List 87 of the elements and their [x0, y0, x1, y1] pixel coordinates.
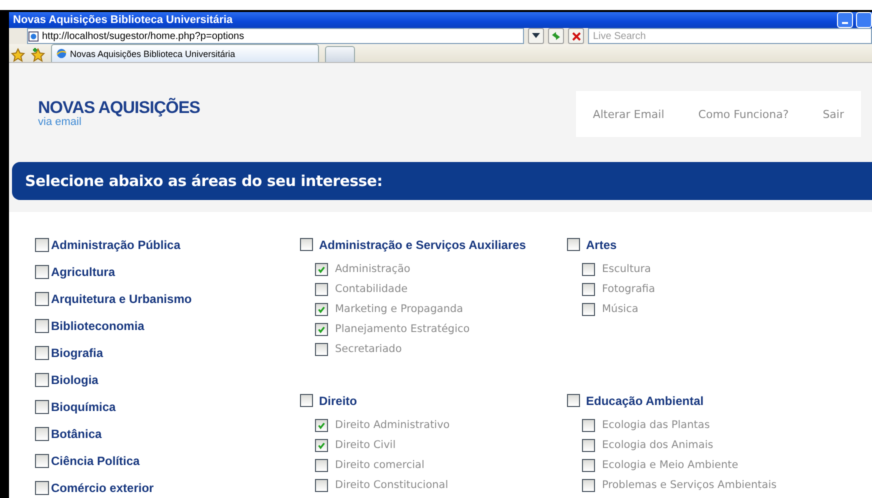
sub-option[interactable]: Planejamento Estratégico	[300, 319, 567, 339]
checkbox[interactable]	[315, 262, 328, 276]
area-option[interactable]: Biografia	[35, 344, 300, 361]
checkbox[interactable]	[582, 438, 595, 452]
group-option[interactable]: Educação Ambiental	[567, 392, 834, 409]
close-icon	[572, 32, 580, 40]
checkmark-icon	[317, 440, 326, 450]
checkbox[interactable]	[35, 372, 49, 386]
checkbox[interactable]	[35, 264, 49, 278]
checkbox[interactable]	[35, 292, 49, 306]
checkbox[interactable]	[582, 458, 595, 472]
checkbox[interactable]	[315, 478, 328, 492]
nav-link[interactable]: Como Funciona?	[681, 108, 806, 120]
sub-option[interactable]: Direito Civil	[300, 435, 567, 455]
sub-option[interactable]: Administração	[300, 259, 567, 279]
brand-title: NOVAS AQUISIÇÕES	[38, 99, 200, 117]
sub-option[interactable]: Direito Constitucional	[300, 475, 567, 495]
checkmark-icon	[317, 304, 326, 314]
checkbox[interactable]	[582, 262, 595, 276]
checkbox[interactable]	[315, 302, 328, 316]
sub-option[interactable]: Direito comercial	[300, 455, 567, 475]
minimize-icon	[842, 22, 848, 25]
checkmark-icon	[317, 324, 326, 334]
sub-option[interactable]: Fotografia	[567, 279, 834, 299]
page-icon	[28, 30, 39, 42]
area-option[interactable]: Ciência Política	[35, 452, 300, 469]
stop-button[interactable]	[568, 28, 584, 44]
area-option[interactable]: Botânica	[35, 425, 300, 442]
checkbox[interactable]	[582, 478, 595, 492]
sub-option[interactable]: Contabilidade	[300, 279, 567, 299]
area-option[interactable]: Arquitetura e Urbanismo	[35, 290, 300, 307]
banner-heading: Selecione abaixo as áreas do seu interesse:	[25, 172, 382, 190]
checkbox[interactable]	[582, 418, 595, 432]
checkbox[interactable]	[300, 394, 313, 407]
group-option[interactable]: Direito	[300, 392, 567, 409]
sub-option[interactable]: Problemas e Serviços Ambientais	[567, 475, 834, 495]
sub-option[interactable]: Direito Administrativo	[300, 415, 567, 435]
checkbox[interactable]	[567, 238, 580, 251]
sub-option[interactable]: Música	[567, 299, 834, 319]
checkmark-icon	[317, 420, 326, 430]
checkbox[interactable]	[35, 454, 49, 468]
group-option[interactable]: Administração e Serviços Auxiliares	[300, 236, 567, 253]
checkbox[interactable]	[315, 282, 328, 296]
window-title: Novas Aquisições Biblioteca Universitária	[13, 14, 234, 26]
checkbox[interactable]	[300, 238, 313, 251]
checkbox[interactable]	[35, 400, 49, 414]
area-option[interactable]: Biblioteconomia	[35, 317, 300, 334]
checkbox[interactable]	[35, 480, 49, 494]
sub-option[interactable]: Escultura	[567, 259, 834, 279]
nav-link[interactable]: Sair	[806, 108, 861, 120]
minimize-button[interactable]	[837, 12, 853, 28]
add-favorite-icon[interactable]	[31, 48, 45, 62]
checkbox[interactable]	[35, 238, 49, 252]
checkmark-icon	[317, 264, 326, 274]
address-field[interactable]: http://localhost/sugestor/home.php?p=options	[27, 28, 524, 44]
area-option[interactable]: Comércio exterior	[35, 479, 300, 496]
checkbox[interactable]	[582, 282, 595, 296]
caret-icon	[532, 33, 540, 39]
checkbox[interactable]	[567, 394, 580, 407]
area-option[interactable]: Biologia	[35, 371, 300, 388]
area-option[interactable]: Agricultura	[35, 263, 300, 280]
browser-tab[interactable]: Novas Aquisições Biblioteca Universitária	[51, 44, 319, 62]
checkbox[interactable]	[315, 342, 328, 356]
refresh-icon	[551, 31, 561, 41]
checkbox[interactable]	[315, 438, 328, 452]
sub-option[interactable]: Marketing e Propaganda	[300, 299, 567, 319]
search-field[interactable]: Live Search	[588, 28, 872, 44]
checkbox[interactable]	[35, 318, 49, 332]
group-option[interactable]: Artes	[567, 236, 834, 253]
checkbox[interactable]	[315, 418, 328, 432]
checkbox[interactable]	[35, 426, 49, 440]
favorites-star-icon[interactable]	[11, 48, 25, 62]
area-option[interactable]: Bioquímica	[35, 398, 300, 415]
checkbox[interactable]	[35, 346, 49, 360]
globe-icon	[56, 48, 67, 59]
sub-option[interactable]: Ecologia e Meio Ambiente	[567, 455, 834, 475]
maximize-button[interactable]	[856, 12, 872, 28]
sub-option[interactable]: Secretariado	[300, 339, 567, 359]
checkbox[interactable]	[315, 322, 328, 336]
sub-option[interactable]: Ecologia das Plantas	[567, 415, 834, 435]
brand-subtitle: via email	[38, 117, 82, 128]
dropdown-button[interactable]	[528, 28, 544, 44]
checkbox[interactable]	[315, 458, 328, 472]
area-option[interactable]: Administração Pública	[35, 236, 300, 253]
checkbox[interactable]	[582, 302, 595, 316]
nav-link[interactable]: Alterar Email	[576, 108, 682, 120]
sub-option[interactable]: Ecologia dos Animais	[567, 435, 834, 455]
